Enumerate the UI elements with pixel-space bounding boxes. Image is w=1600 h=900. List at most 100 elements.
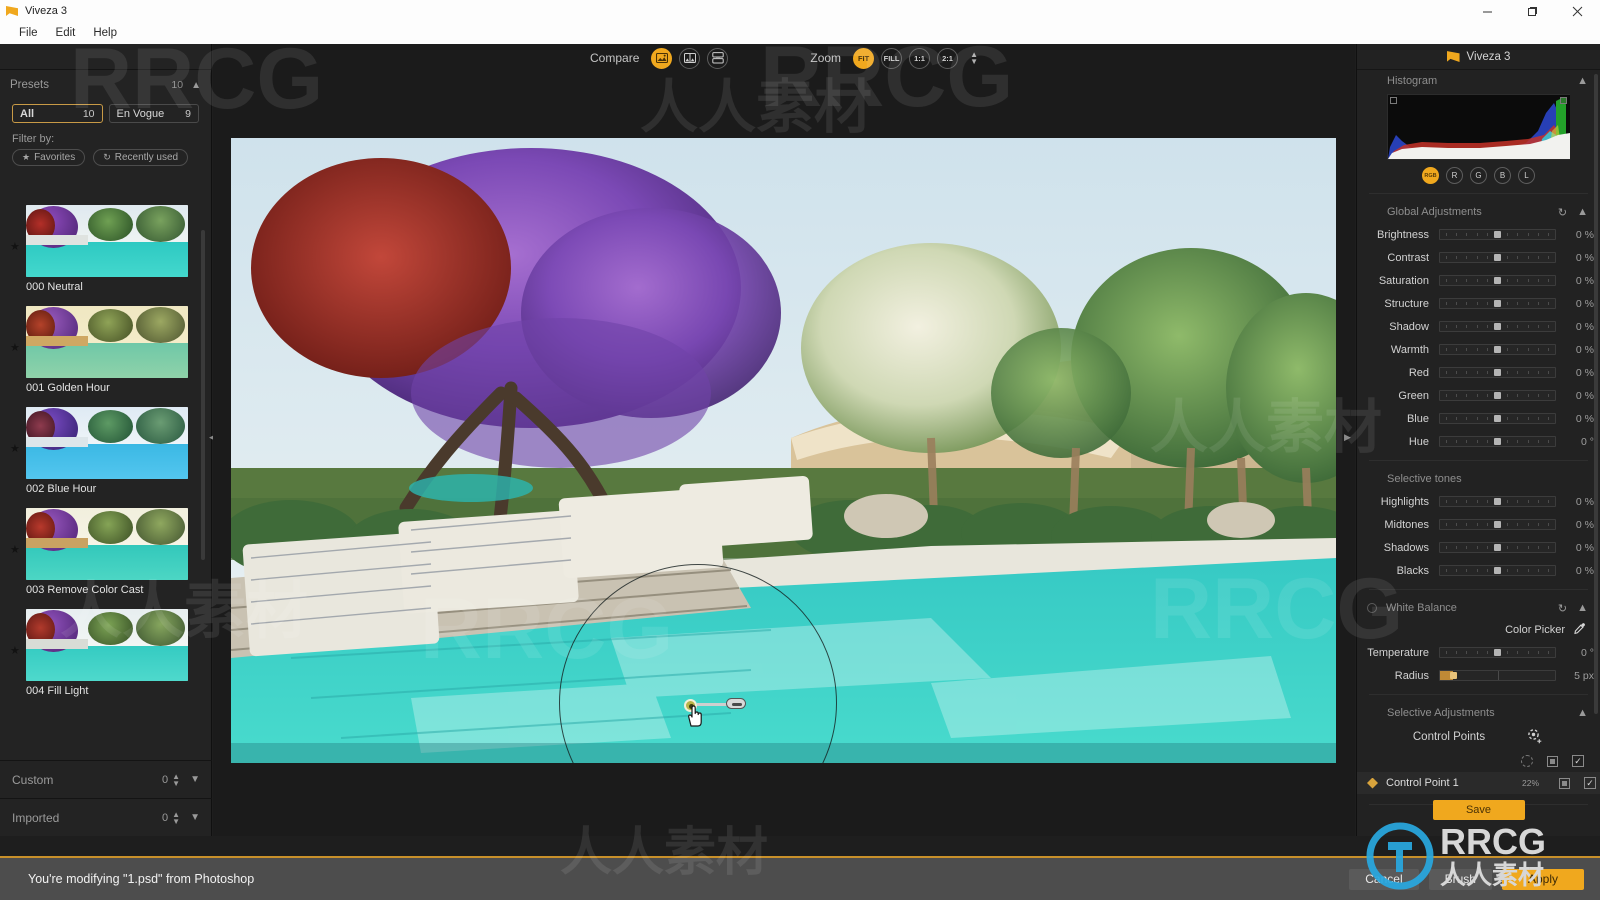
slider-shadow-row[interactable]: Shadow 0 % [1357, 315, 1600, 338]
slider-warmth-row[interactable]: Warmth 0 % [1357, 338, 1600, 361]
radius-slider-row[interactable]: Radius 5 px [1357, 664, 1600, 687]
dashed-circle-icon[interactable] [1521, 755, 1533, 767]
tone-highlights-thumb[interactable] [1494, 498, 1501, 505]
tone-highlights-track[interactable] [1439, 496, 1556, 507]
slider-red-row[interactable]: Red 0 % [1357, 361, 1600, 384]
list-item[interactable]: ★ 004 Fill Light [10, 600, 198, 697]
chevron-up-icon[interactable]: ▲ [1577, 602, 1588, 614]
updown-spinner-icon[interactable]: ▲ ▼ [172, 772, 180, 787]
control-point-slider-handle[interactable] [726, 698, 746, 709]
stacked-image-icon[interactable] [707, 47, 729, 69]
slider-brightness-thumb[interactable] [1494, 231, 1501, 238]
slider-green-thumb[interactable] [1494, 392, 1501, 399]
list-item[interactable]: ★ 001 Golden Hour [10, 297, 198, 394]
slider-red-thumb[interactable] [1494, 369, 1501, 376]
updown-spinner-icon[interactable]: ▲ ▼ [970, 51, 978, 66]
channel-r-button[interactable]: R [1446, 167, 1463, 184]
chevron-up-icon[interactable]: ▲ [1577, 206, 1588, 218]
white-balance-toggle[interactable] [1367, 603, 1377, 613]
slider-structure-thumb[interactable] [1494, 300, 1501, 307]
tone-midtones-row[interactable]: Midtones 0 % [1357, 513, 1600, 536]
slider-contrast-row[interactable]: Contrast 0 % [1357, 246, 1600, 269]
chevron-up-icon[interactable]: ▲ [1577, 75, 1588, 87]
slider-shadow-thumb[interactable] [1494, 323, 1501, 330]
menu-file[interactable]: File [10, 25, 47, 41]
maximize-icon[interactable] [1510, 0, 1555, 22]
white-balance-header[interactable]: White Balance ↻ ▲ [1357, 597, 1600, 619]
presets-header[interactable]: Presets 10 ▲ [0, 70, 211, 100]
histogram-black-clip-icon[interactable] [1390, 97, 1397, 104]
slider-blue-track[interactable] [1439, 413, 1556, 424]
tone-shadows-thumb[interactable] [1494, 544, 1501, 551]
slider-hue-row[interactable]: Hue 0 ° [1357, 430, 1600, 453]
save-button[interactable]: Save [1432, 800, 1525, 820]
chip-favorites[interactable]: ★ Favorites [12, 149, 86, 166]
minimize-icon[interactable] [1465, 0, 1510, 22]
menu-help[interactable]: Help [84, 25, 126, 41]
favorite-star-icon[interactable]: ★ [10, 644, 20, 657]
temperature-slider-row[interactable]: Temperature 0 ° [1357, 641, 1600, 664]
menu-edit[interactable]: Edit [47, 25, 85, 41]
slider-blue-thumb[interactable] [1494, 415, 1501, 422]
favorite-star-icon[interactable]: ★ [10, 442, 20, 455]
tone-midtones-thumb[interactable] [1494, 521, 1501, 528]
zoom-fill-button[interactable]: FILL [881, 47, 903, 69]
collapse-right-icon[interactable]: ▶ [1342, 428, 1353, 446]
preset-list-scrollbar[interactable] [201, 230, 205, 560]
apply-button[interactable]: Apply [1501, 868, 1584, 890]
slider-brightness-track[interactable] [1439, 229, 1556, 240]
slider-brightness-row[interactable]: Brightness 0 % [1357, 223, 1600, 246]
add-control-point-icon[interactable] [1525, 726, 1544, 748]
list-item[interactable]: ★ 002 Blue Hour [10, 398, 198, 495]
custom-presets-row[interactable]: Custom 0 ▲ ▼ ▼ [0, 760, 212, 798]
chevron-up-icon[interactable]: ▲ [191, 80, 201, 91]
slider-shadow-track[interactable] [1439, 321, 1556, 332]
reset-icon[interactable]: ↻ [1558, 206, 1567, 219]
radius-slider-thumb[interactable] [1450, 672, 1458, 679]
slider-structure-row[interactable]: Structure 0 % [1357, 292, 1600, 315]
split-image-icon[interactable] [679, 47, 701, 69]
channel-rgb-button[interactable]: RGB [1422, 167, 1439, 184]
tone-shadows-track[interactable] [1439, 542, 1556, 553]
slider-contrast-track[interactable] [1439, 252, 1556, 263]
tone-blacks-track[interactable] [1439, 565, 1556, 576]
histogram-white-clip-icon[interactable] [1560, 97, 1567, 104]
tab-all[interactable]: All 10 [12, 104, 103, 123]
slider-green-track[interactable] [1439, 390, 1556, 401]
tone-shadows-row[interactable]: Shadows 0 % [1357, 536, 1600, 559]
slider-hue-track[interactable] [1439, 436, 1556, 447]
slider-hue-thumb[interactable] [1494, 438, 1501, 445]
chevron-down-icon[interactable]: ▼ [190, 812, 200, 823]
checkbox-icon[interactable]: ✓ [1572, 755, 1584, 767]
tab-en-vogue[interactable]: En Vogue 9 [108, 104, 199, 123]
square-icon[interactable] [1559, 777, 1570, 789]
temperature-slider-thumb[interactable] [1494, 649, 1501, 656]
preset-list[interactable]: ★ 000 Neutral ★ 001 Golden Hour ★ 002 Bl… [0, 196, 212, 786]
slider-contrast-thumb[interactable] [1494, 254, 1501, 261]
chevron-up-icon[interactable]: ▲ [1577, 707, 1588, 719]
square-icon[interactable] [1547, 755, 1558, 767]
chevron-down-icon[interactable]: ▼ [190, 774, 200, 785]
panel-scrollbar[interactable] [1594, 74, 1598, 714]
selective-adjustments-header[interactable]: Selective Adjustments ▲ [1357, 702, 1600, 724]
single-image-icon[interactable] [651, 47, 673, 69]
slider-saturation-track[interactable] [1439, 275, 1556, 286]
slider-saturation-thumb[interactable] [1494, 277, 1501, 284]
cancel-button[interactable]: Cancel [1349, 868, 1419, 890]
histogram-header[interactable]: Histogram ▲ [1357, 70, 1600, 92]
slider-red-track[interactable] [1439, 367, 1556, 378]
slider-green-row[interactable]: Green 0 % [1357, 384, 1600, 407]
checkbox-icon[interactable]: ✓ [1584, 777, 1596, 789]
channel-g-button[interactable]: G [1470, 167, 1487, 184]
garden-pool-photo[interactable] [231, 138, 1336, 763]
table-row[interactable]: Control Point 1 22% ✓ [1357, 772, 1600, 794]
zoom-2-1-button[interactable]: 2:1 [937, 47, 959, 69]
radius-slider-track[interactable] [1439, 670, 1556, 681]
favorite-star-icon[interactable]: ★ [10, 341, 20, 354]
eyedropper-icon[interactable] [1573, 622, 1586, 638]
color-picker-row[interactable]: Color Picker [1357, 619, 1600, 641]
zoom-1-1-button[interactable]: 1:1 [909, 47, 931, 69]
imported-presets-row[interactable]: Imported 0 ▲ ▼ ▼ [0, 798, 212, 836]
chip-recently-used[interactable]: ↻ Recently used [93, 149, 189, 166]
slider-warmth-thumb[interactable] [1494, 346, 1501, 353]
